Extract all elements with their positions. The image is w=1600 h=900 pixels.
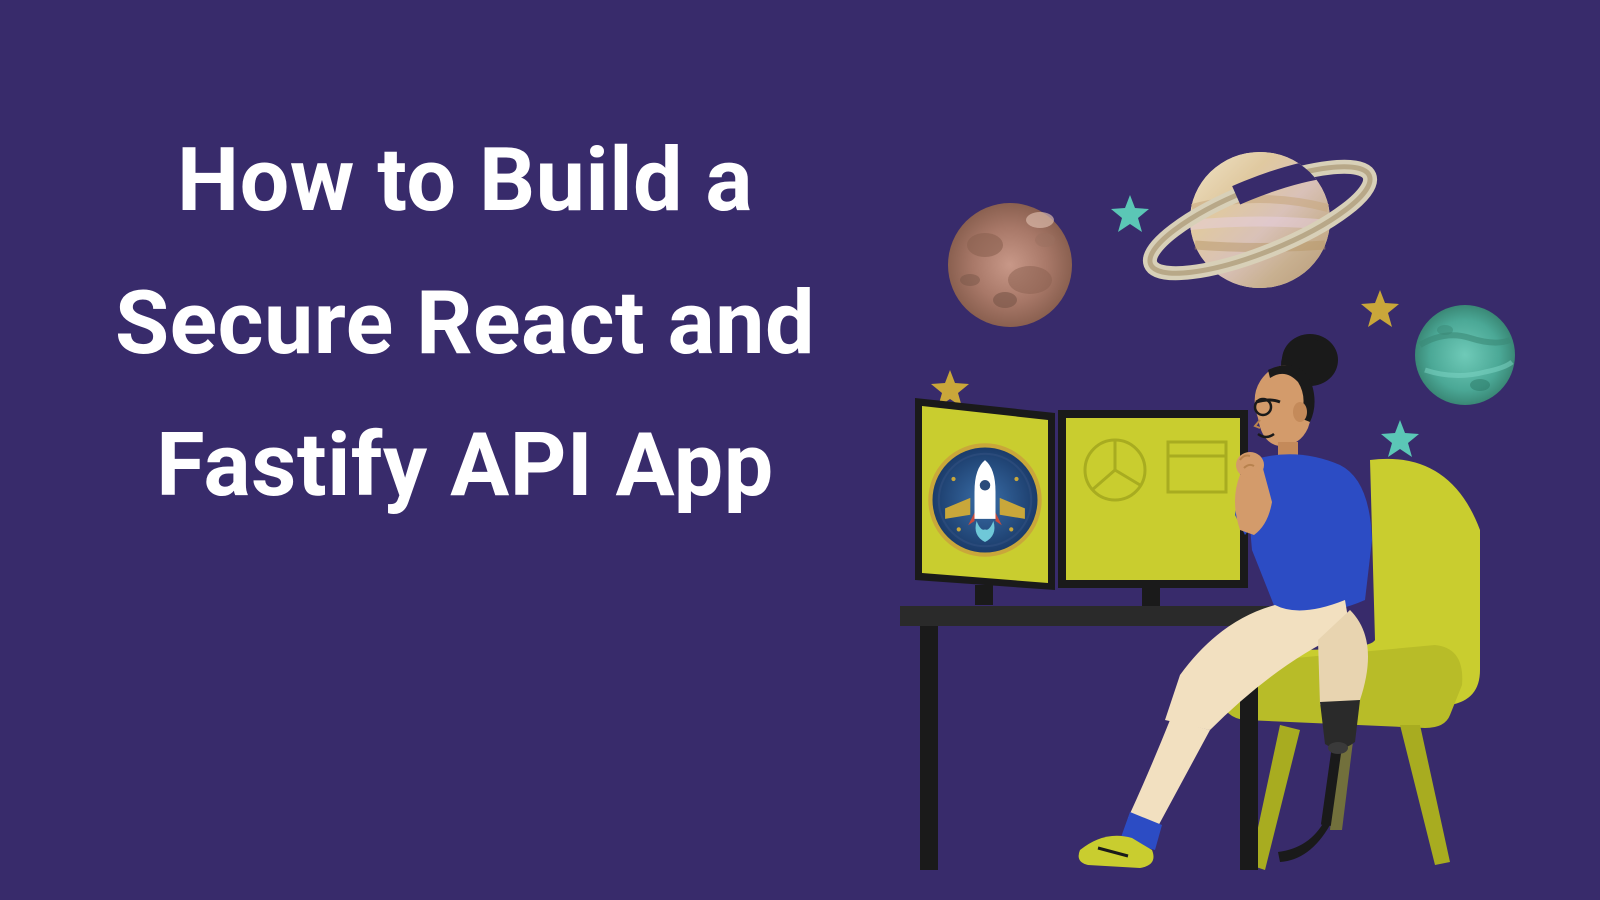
mars-planet-icon [948,203,1072,327]
saturn-planet-icon [1139,146,1382,294]
hero-title: How to Build a Secure React and Fastify … [95,110,835,538]
teal-star-icon [1381,420,1419,457]
gold-star-icon [1361,290,1399,327]
rocket-badge-icon [930,445,1039,554]
teal-star-icon [1111,195,1149,232]
left-monitor-icon [915,398,1055,605]
green-planet-icon [1415,305,1515,405]
right-monitor-icon [1058,410,1248,606]
hero-illustration [880,130,1560,870]
